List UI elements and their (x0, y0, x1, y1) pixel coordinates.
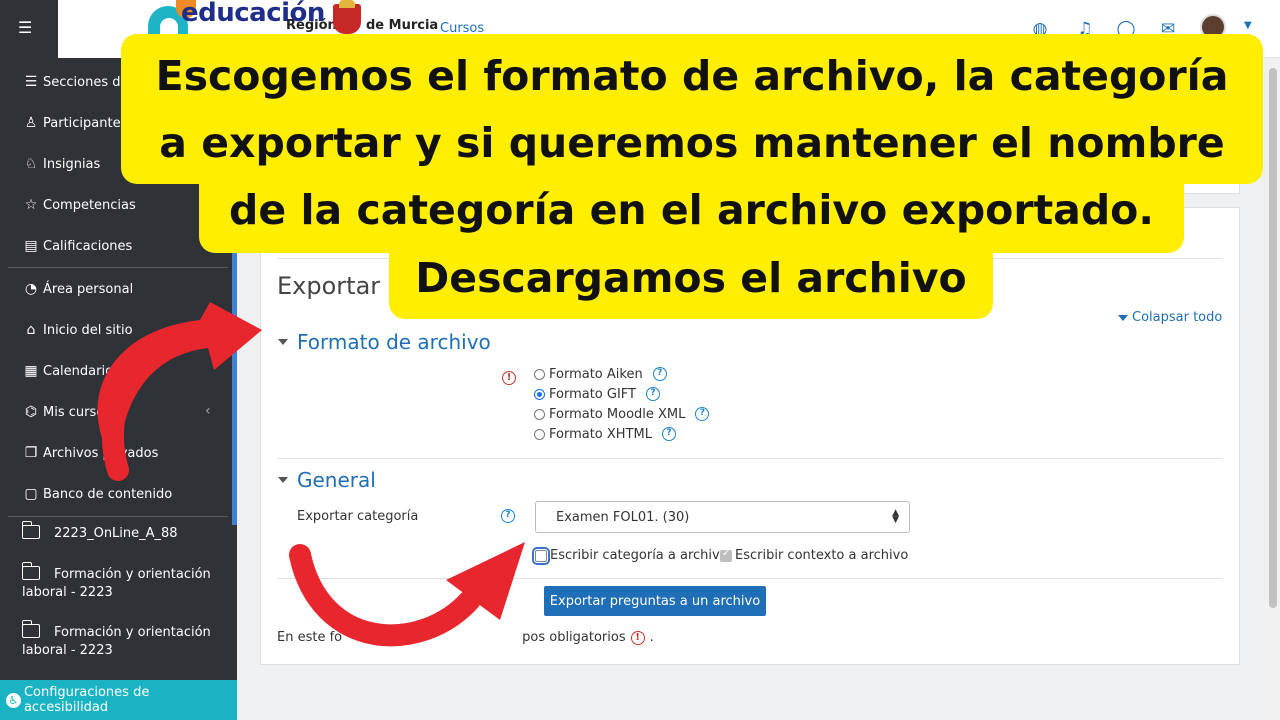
callout-line-3: de la categoría en el archivo exportado. (229, 186, 1154, 234)
instruction-callout: Escogemos el formato de archivo, la cate… (121, 34, 1263, 184)
callout-line-4: Descargamos el archivo (415, 254, 967, 302)
callout-line-2: a exportar y si queremos mantener el nom… (159, 119, 1225, 167)
instruction-callout-part: de la categoría en el archivo exportado. (199, 183, 1184, 253)
callout-line-1: Escogemos el formato de archivo, la cate… (155, 52, 1229, 100)
instruction-callout-part: Descargamos el archivo (389, 248, 993, 319)
red-arrow-lower-tail (289, 544, 481, 647)
